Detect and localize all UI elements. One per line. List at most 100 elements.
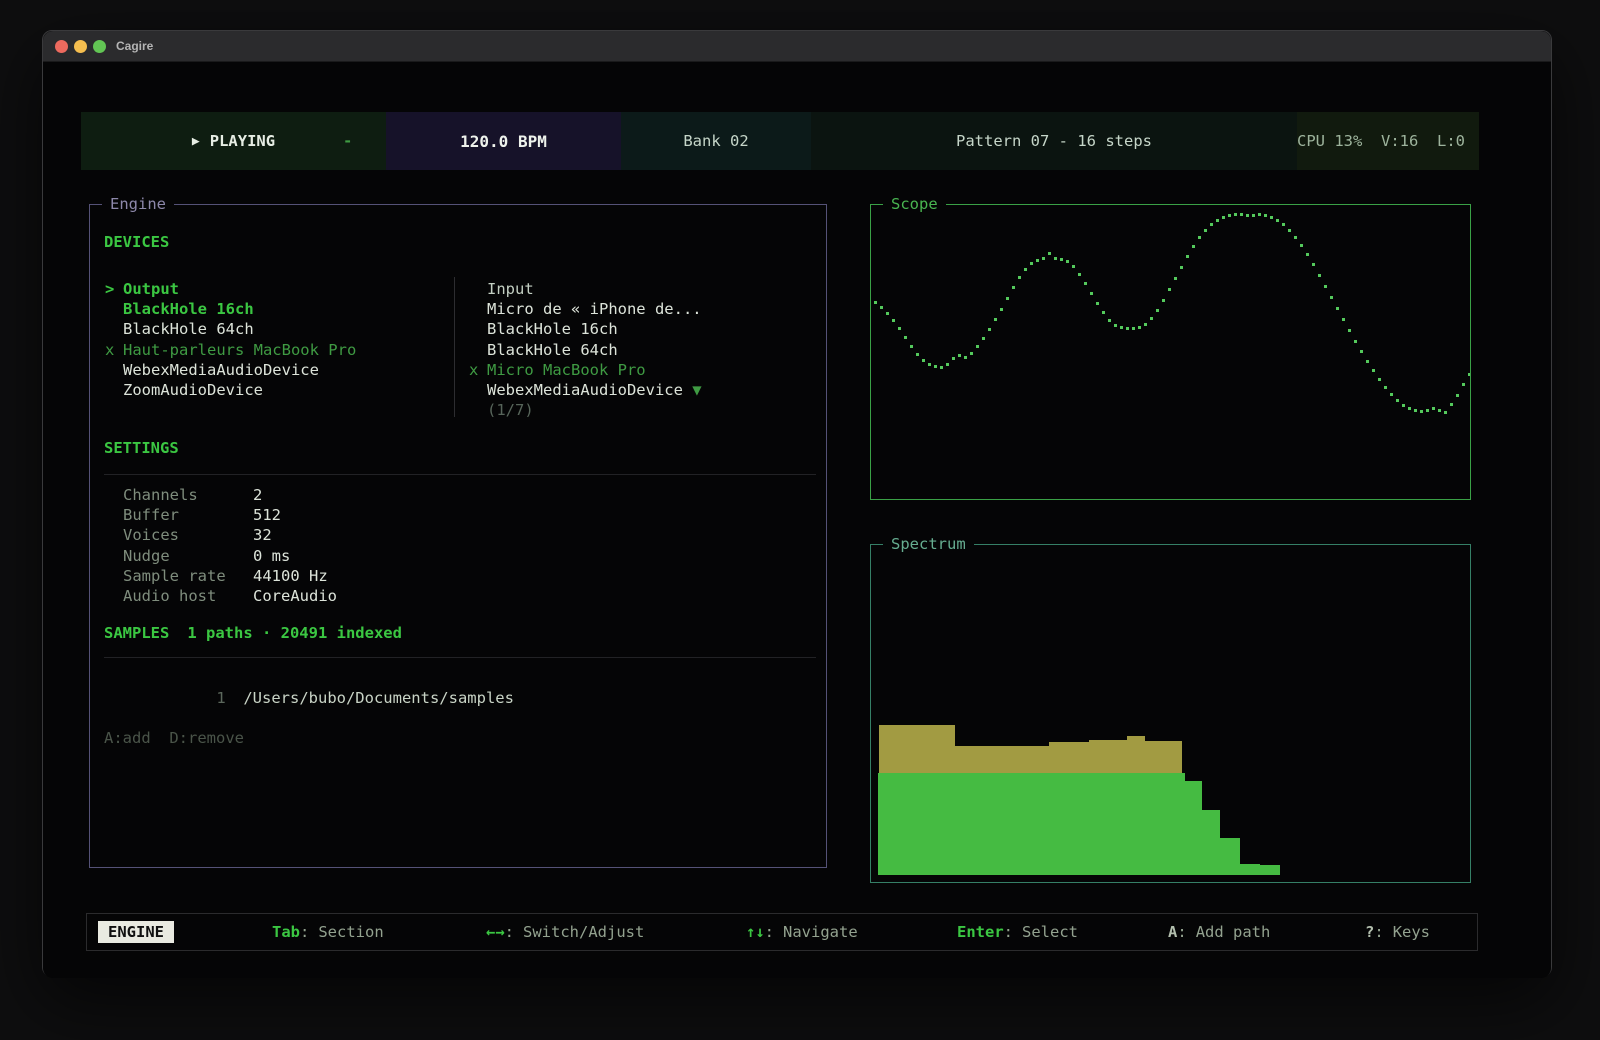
setting-value: CoreAudio [253, 587, 337, 605]
device-label: ZoomAudioDevice [123, 381, 263, 399]
device-active-marker: x [105, 340, 123, 360]
settings-list: Channels2Buffer512Voices32Nudge0 msSampl… [123, 485, 337, 606]
device-label: WebexMediaAudioDevice [487, 381, 683, 399]
setting-row[interactable]: Audio hostCoreAudio [123, 586, 337, 606]
shortcut-key: Tab [272, 923, 300, 941]
shortcut-hint: ↑↓: Navigate [746, 914, 858, 950]
spectrum-band-segment [1145, 741, 1182, 773]
shortcut-separator: : [300, 923, 309, 941]
device-column-title: Input [487, 280, 534, 298]
device-column-title: Output [123, 280, 179, 298]
device-label: Micro de « iPhone de... [487, 300, 702, 318]
spectrum-band-segment [1089, 740, 1127, 773]
play-icon: ▶ [192, 134, 200, 149]
shortcut-separator: : [1374, 923, 1383, 941]
spectrum-band-segment [955, 746, 1049, 773]
spectrum-band-segment [1202, 810, 1220, 875]
samples-key-hint: A:add D:remove [104, 729, 244, 747]
device-label: WebexMediaAudioDevice [123, 361, 319, 379]
shortcut-key: A [1168, 923, 1177, 941]
setting-label: Channels [123, 485, 253, 505]
scope-panel: Scope [870, 204, 1471, 500]
shortcut-hint: A: Add path [1168, 914, 1270, 950]
setting-label: Sample rate [123, 566, 253, 586]
sample-path-index: 1 [216, 688, 243, 708]
setting-label: Buffer [123, 505, 253, 525]
bpm-display[interactable]: 120.0 BPM [386, 112, 621, 170]
device-item[interactable]: WebexMediaAudioDevice [105, 360, 450, 380]
device-item[interactable]: Micro de « iPhone de... [469, 299, 809, 319]
pattern-display[interactable]: Pattern 07 - 16 steps [811, 112, 1297, 170]
device-column-header[interactable]: >Output [105, 279, 450, 299]
settings-heading: SETTINGS [104, 439, 179, 457]
spectrum-chart [871, 545, 1470, 882]
device-label: BlackHole 16ch [487, 320, 618, 338]
device-label: Micro MacBook Pro [487, 361, 646, 379]
shortcut-label: Navigate [783, 923, 858, 941]
setting-value: 32 [253, 526, 272, 544]
setting-row[interactable]: Nudge0 ms [123, 546, 337, 566]
device-column-header[interactable]: Input [469, 279, 809, 299]
bank-display[interactable]: Bank 02 [621, 112, 811, 170]
engine-panel-body: DEVICES >OutputBlackHole 16chBlackHole 6… [90, 205, 826, 867]
setting-value: 44100 Hz [253, 567, 328, 585]
setting-row[interactable]: Sample rate44100 Hz [123, 566, 337, 586]
input-device-list: Input Micro de « iPhone de... BlackHole 16… [469, 279, 809, 420]
device-item[interactable]: BlackHole 64ch [105, 319, 450, 339]
transport-bar: ▶ PLAYING 120.0 BPM Bank 02 Pattern 07 -… [81, 112, 1479, 170]
beat-pulse-indicator: - [343, 112, 352, 170]
shortcut-hint: Tab: Section [272, 914, 384, 950]
output-device-list: >OutputBlackHole 16chBlackHole 64chxHaut… [105, 279, 450, 400]
window-title: Cagire [116, 39, 153, 53]
spectrum-band-segment [1049, 742, 1089, 773]
shortcut-label: Switch/Adjust [523, 923, 644, 941]
setting-row[interactable]: Buffer512 [123, 505, 337, 525]
device-item[interactable]: BlackHole 64ch [469, 340, 809, 360]
shortcut-key: ↑↓ [746, 923, 765, 941]
window-titlebar[interactable]: Cagire [43, 31, 1551, 62]
settings-divider [104, 474, 816, 475]
shortcut-label: Select [1022, 923, 1078, 941]
shortcut-hint: ?:Keys [1365, 914, 1430, 950]
device-list-pager: (1/7) [469, 400, 809, 420]
spectrum-band-segment [878, 773, 1185, 875]
devices-heading: DEVICES [104, 233, 169, 251]
device-label: BlackHole 64ch [487, 341, 618, 359]
engine-panel: Engine DEVICES >OutputBlackHole 16chBlac… [89, 204, 827, 868]
transport-status[interactable]: ▶ PLAYING [81, 112, 386, 170]
setting-row[interactable]: Channels2 [123, 485, 337, 505]
device-label: Haut-parleurs MacBook Pro [123, 341, 356, 359]
device-item[interactable]: BlackHole 16ch [105, 299, 450, 319]
spectrum-band-segment [1220, 838, 1240, 875]
device-item[interactable]: xMicro MacBook Pro [469, 360, 809, 380]
setting-value: 512 [253, 506, 281, 524]
setting-row[interactable]: Voices32 [123, 525, 337, 545]
app-content: ▶ PLAYING 120.0 BPM Bank 02 Pattern 07 -… [43, 62, 1551, 978]
spectrum-band-segment [879, 725, 955, 773]
setting-label: Nudge [123, 546, 253, 566]
shortcut-label: Add path [1196, 923, 1271, 941]
device-item[interactable]: ZoomAudioDevice [105, 380, 450, 400]
device-item[interactable]: BlackHole 16ch [469, 319, 809, 339]
shortcut-key: ? [1365, 923, 1374, 941]
shortcut-key: Enter [957, 923, 1004, 941]
spectrum-band-segment [1185, 781, 1202, 875]
shortcut-hint: Enter:Select [957, 914, 1078, 950]
minimize-button[interactable] [74, 40, 87, 53]
samples-heading: SAMPLES1 paths · 20491 indexed [104, 624, 402, 642]
close-button[interactable] [55, 40, 68, 53]
shortcut-separator: : [1177, 923, 1186, 941]
shortcut-separator: : [765, 923, 774, 941]
device-item[interactable]: xHaut-parleurs MacBook Pro [105, 340, 450, 360]
device-column-divider [454, 277, 455, 417]
shortcut-label: Section [318, 923, 383, 941]
zoom-button[interactable] [93, 40, 106, 53]
spectrum-band-segment [1240, 864, 1260, 875]
spectrum-band-segment [1127, 736, 1145, 773]
device-label: BlackHole 64ch [123, 320, 254, 338]
cpu-stats: CPU 13% V:16 L:0 [1297, 112, 1479, 170]
sample-path-row[interactable]: 1/Users/bubo/Documents/samples [123, 668, 514, 688]
device-item[interactable]: WebexMediaAudioDevice ▼ [469, 380, 809, 400]
transport-status-label: PLAYING [210, 132, 275, 150]
device-active-marker: x [469, 360, 487, 380]
